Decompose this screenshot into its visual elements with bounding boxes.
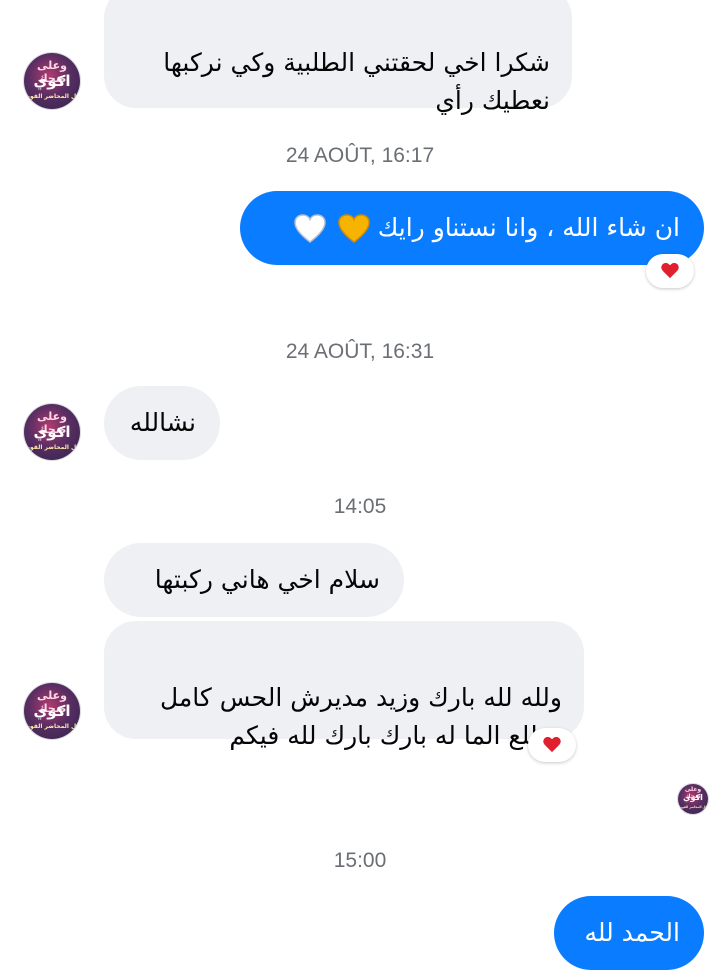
avatar-text-bottom: كل المحاضر القويه bbox=[24, 723, 80, 730]
message-text: نشالله bbox=[129, 408, 196, 437]
incoming-message-bubble[interactable]: سلام اخي هاني ركبتها bbox=[104, 543, 404, 617]
incoming-message-bubble[interactable]: نشالله bbox=[104, 386, 220, 460]
contact-avatar[interactable]: وعلى ضحك اكوي كل المحاضر القويه bbox=[24, 53, 80, 109]
timestamp: 14:05 bbox=[333, 495, 387, 518]
yellow-heart-emoji bbox=[337, 214, 370, 243]
message-text: ولله لله بارك وزيد مديرش الحس كامل وطلع … bbox=[159, 683, 562, 750]
red-heart-icon bbox=[661, 263, 679, 279]
seen-avatar: وعلى ضحك اكوي كل المحاضر القويه bbox=[678, 784, 708, 814]
avatar-text-main: اكوي bbox=[33, 423, 71, 441]
avatar-text-bottom: كل المحاضر القويه bbox=[24, 93, 80, 100]
incoming-message-bubble[interactable]: شكرا اخي لحقتني الطلبية وكي نركبها نعطيك… bbox=[104, 0, 572, 115]
contact-avatar[interactable]: وعلى ضحك اكوي كل المحاضر القويه bbox=[24, 683, 80, 739]
heart-reaction[interactable] bbox=[528, 728, 576, 762]
outgoing-message-bubble[interactable]: ان شاء الله ، وانا نستناو رايك bbox=[240, 191, 704, 265]
incoming-message-bubble[interactable]: ولله لله بارك وزيد مديرش الحس كامل وطلع … bbox=[104, 621, 584, 750]
white-heart-emoji bbox=[294, 214, 326, 243]
message-text: ان شاء الله ، وانا نستناو رايك bbox=[377, 213, 680, 242]
timestamp: 24 AOÛT, 16:17 bbox=[285, 144, 435, 167]
outgoing-message-bubble[interactable]: الحمد لله bbox=[554, 896, 704, 970]
red-heart-icon bbox=[543, 737, 561, 753]
message-text: سلام اخي هاني ركبتها bbox=[154, 565, 380, 594]
avatar-text-bottom: كل المحاضر القويه bbox=[24, 444, 80, 451]
timestamp: 15:00 bbox=[333, 849, 387, 872]
timestamp: 24 AOÛT, 16:31 bbox=[285, 340, 435, 363]
avatar-text-main: اكوي bbox=[33, 702, 71, 720]
heart-reaction[interactable] bbox=[646, 254, 694, 288]
contact-avatar[interactable]: وعلى ضحك اكوي كل المحاضر القويه bbox=[24, 404, 80, 460]
avatar-text-main: اكوي bbox=[33, 72, 71, 90]
avatar-text-bottom: كل المحاضر القويه bbox=[679, 805, 707, 809]
message-text: شكرا اخي لحقتني الطلبية وكي نركبها نعطيك… bbox=[163, 48, 550, 115]
message-text: الحمد لله bbox=[584, 918, 680, 947]
avatar-text-main: اكوي bbox=[683, 793, 703, 802]
